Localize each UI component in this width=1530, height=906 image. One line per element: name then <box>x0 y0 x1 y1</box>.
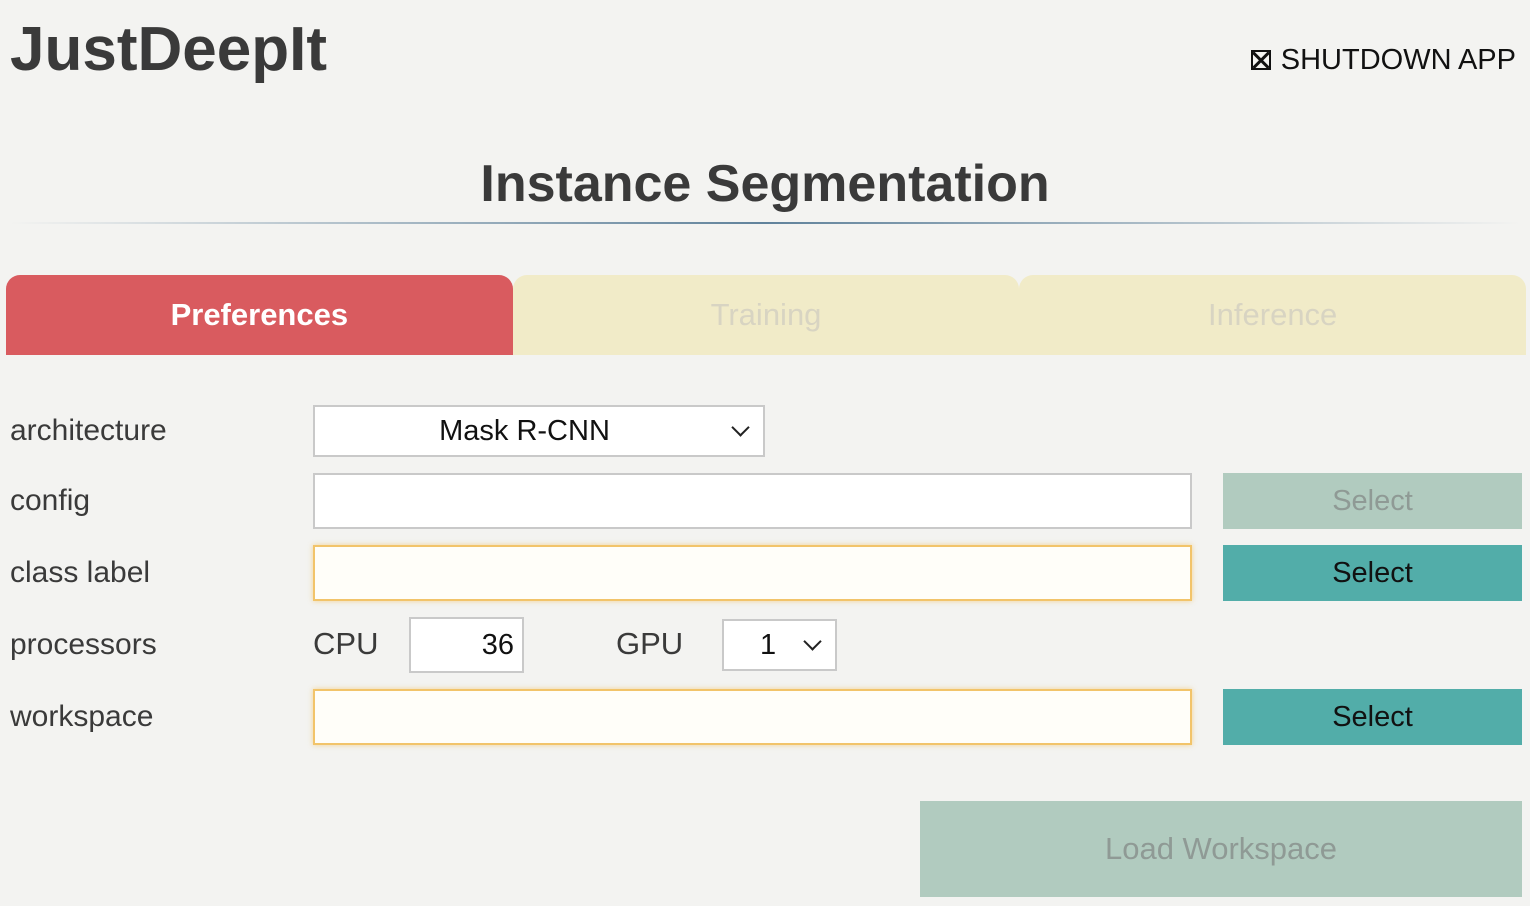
architecture-label: architecture <box>10 414 167 447</box>
tab-bar: Preferences Training Inference <box>6 275 1527 355</box>
app-title: JustDeepIt <box>10 15 327 84</box>
close-box-icon <box>1250 50 1271 70</box>
tab-preferences[interactable]: Preferences <box>6 275 513 355</box>
gpu-label: GPU <box>616 626 684 661</box>
shutdown-app-button[interactable]: SHUTDOWN APP <box>1250 40 1516 80</box>
chevron-down-icon <box>803 631 822 651</box>
class-label-select-button[interactable]: Select <box>1223 545 1522 601</box>
gpu-count-select[interactable]: 1 <box>722 619 837 671</box>
class-label-input[interactable] <box>313 545 1192 601</box>
gpu-selected-value: 1 <box>760 628 777 661</box>
config-input[interactable] <box>313 473 1192 529</box>
config-select-button[interactable]: Select <box>1223 473 1522 529</box>
config-label: config <box>10 484 91 517</box>
chevron-down-icon <box>731 417 750 437</box>
tab-inference[interactable]: Inference <box>1019 275 1527 355</box>
workspace-input[interactable] <box>313 689 1192 745</box>
processors-label: processors <box>10 628 157 661</box>
tab-training[interactable]: Training <box>512 275 1020 355</box>
shutdown-app-label: SHUTDOWN APP <box>1280 44 1516 76</box>
heading-divider <box>10 222 1520 224</box>
workspace-label: workspace <box>10 700 154 733</box>
architecture-select[interactable]: Mask R-CNN <box>313 405 765 457</box>
page-title: Instance Segmentation <box>480 155 1050 213</box>
cpu-label: CPU <box>313 626 379 661</box>
load-workspace-button[interactable]: Load Workspace <box>920 801 1522 897</box>
class-label-label: class label <box>10 556 151 589</box>
architecture-selected-value: Mask R-CNN <box>439 414 610 447</box>
workspace-select-button[interactable]: Select <box>1223 689 1522 745</box>
cpu-count-input[interactable]: 36 <box>409 617 524 673</box>
